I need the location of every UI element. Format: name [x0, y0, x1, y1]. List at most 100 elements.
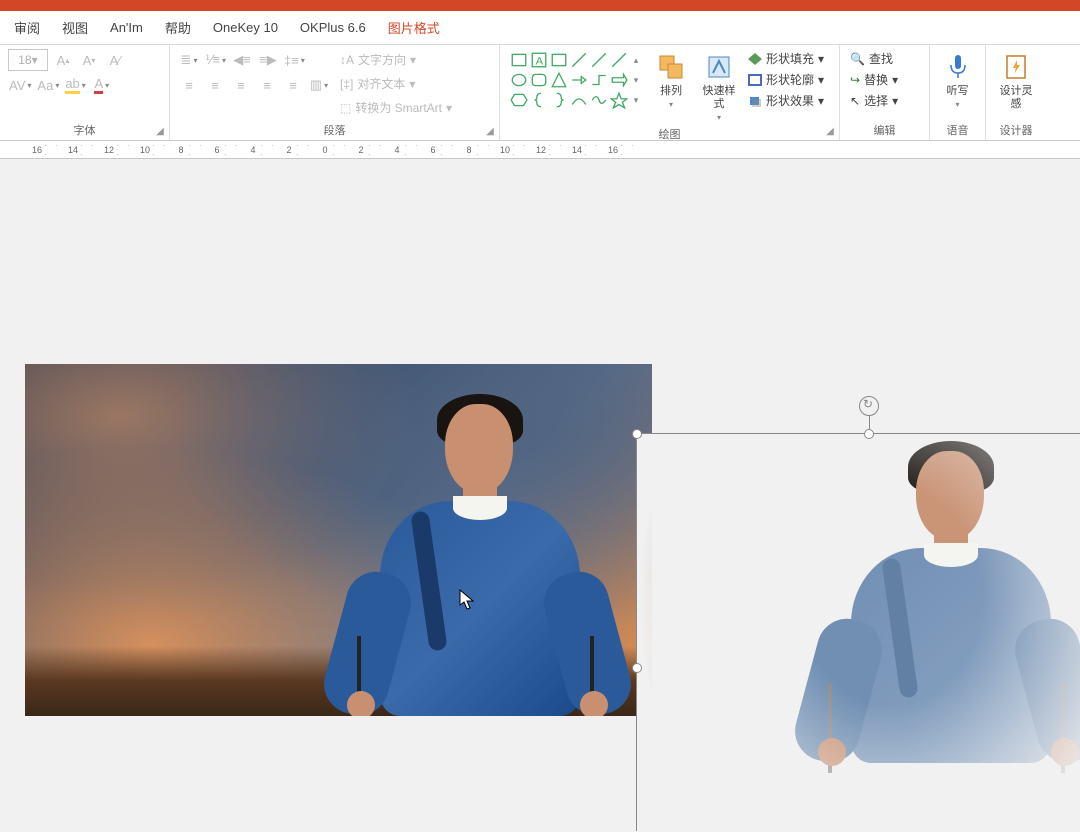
arrange-icon: [655, 51, 687, 83]
shape-fill-label: 形状填充: [766, 50, 814, 67]
numbering-icon[interactable]: ⅟≡▾: [204, 49, 227, 71]
gallery-more-icon[interactable]: ▾: [630, 91, 642, 109]
image-cutout-selected[interactable]: [636, 433, 1080, 831]
select-label: 选择: [864, 92, 888, 109]
select-icon: ↖: [850, 94, 860, 108]
tab-picture-format[interactable]: 图片格式: [378, 11, 450, 45]
change-case-icon[interactable]: Aa▾: [36, 74, 60, 96]
sel-handle-w[interactable]: [632, 663, 642, 673]
decrease-indent-icon[interactable]: ◀≡: [231, 49, 253, 71]
align-left-icon[interactable]: ≡: [178, 74, 200, 96]
group-voice: 听写 ▾ 语音: [930, 45, 986, 140]
gallery-row1-more-icon[interactable]: ▴: [630, 51, 642, 69]
shape-triangle-icon[interactable]: [550, 71, 568, 89]
tab-review[interactable]: 审阅: [4, 11, 50, 45]
smartart-button[interactable]: ⬚转换为 SmartArt▾: [336, 97, 456, 118]
slide-canvas[interactable]: [0, 159, 1080, 831]
group-editing: 🔍查找 ↪替换▾ ↖选择▾ 编辑: [840, 45, 930, 140]
arrange-label: 排列: [660, 85, 682, 98]
bullets-icon[interactable]: ≣▾: [178, 49, 200, 71]
image-original[interactable]: [25, 364, 652, 716]
ruler-tick-label: 6: [210, 145, 224, 155]
shapes-gallery[interactable]: A ▴ ▾: [508, 49, 644, 111]
tab-view[interactable]: 视图: [52, 11, 98, 45]
shape-hex-icon[interactable]: [510, 91, 528, 109]
shape-roundrect-icon[interactable]: [530, 71, 548, 89]
shape-arrow2-icon[interactable]: [610, 71, 628, 89]
shape-effects-label: 形状效果: [766, 92, 814, 109]
shape-lbrace-icon[interactable]: [530, 91, 548, 109]
group-label-drawing: 绘图: [508, 124, 831, 142]
shape-textbox-icon[interactable]: A: [530, 51, 548, 69]
lightning-icon: [1000, 51, 1032, 83]
gallery-row2-more-icon[interactable]: ▾: [630, 71, 642, 89]
text-direction-button[interactable]: ↕A文字方向▾: [336, 49, 456, 70]
select-button[interactable]: ↖选择▾: [848, 91, 900, 110]
columns-icon[interactable]: ▥▾: [308, 74, 330, 96]
line-spacing-icon[interactable]: ‡≡▾: [283, 49, 306, 71]
highlight-icon[interactable]: ab▾: [64, 74, 86, 96]
shape-line3-icon[interactable]: [610, 51, 628, 69]
shape-connector-icon[interactable]: [590, 71, 608, 89]
find-button[interactable]: 🔍查找: [848, 49, 900, 68]
sel-handle-n[interactable]: [864, 429, 874, 439]
shape-curve-icon[interactable]: [590, 91, 608, 109]
shape-star-icon[interactable]: [610, 91, 628, 109]
rotate-handle-icon[interactable]: [859, 396, 879, 416]
distribute-icon[interactable]: ≡: [282, 74, 304, 96]
justify-icon[interactable]: ≡: [256, 74, 278, 96]
ribbon: 18▾ A▴ A▾ A⁄ AV▾ Aa▾ ab▾ A▾ 字体 ◢ ≣▾: [0, 45, 1080, 141]
design-ideas-button[interactable]: 设计灵感: [995, 49, 1037, 113]
ruler[interactable]: 16· · ·14· · ·12· · ·10· · ·8· · ·6· · ·…: [0, 141, 1080, 159]
align-text-button[interactable]: [‡]对齐文本▾: [336, 73, 456, 94]
quick-styles-icon: [703, 51, 735, 83]
svg-text:A: A: [536, 56, 544, 68]
quick-styles-label: 快速样式: [700, 85, 738, 111]
shape-outline-label: 形状轮廓: [766, 71, 814, 88]
shape-line2-icon[interactable]: [590, 51, 608, 69]
tab-onekey[interactable]: OneKey 10: [203, 11, 288, 45]
shape-rbrace-icon[interactable]: [550, 91, 568, 109]
ruler-tick-label: 12: [102, 145, 116, 155]
tab-okplus[interactable]: OKPlus 6.6: [290, 11, 376, 45]
arrange-button[interactable]: 排列 ▾: [650, 49, 692, 111]
shape-rect-icon[interactable]: [510, 51, 528, 69]
drawing-dialog-launcher-icon[interactable]: ◢: [824, 125, 836, 137]
shape-effects-button[interactable]: 形状效果▾: [746, 91, 826, 110]
selection-box[interactable]: [636, 433, 1080, 831]
align-center-icon[interactable]: ≡: [204, 74, 226, 96]
paragraph-dialog-launcher-icon[interactable]: ◢: [484, 125, 496, 137]
group-drawing: A ▴ ▾: [500, 45, 840, 140]
text-direction-label: 文字方向: [358, 51, 406, 68]
increase-font-icon[interactable]: A▴: [52, 49, 74, 71]
shape-outline-button[interactable]: 形状轮廓▾: [746, 70, 826, 89]
char-spacing-icon[interactable]: AV▾: [8, 74, 32, 96]
ruler-tick-label: 10: [138, 145, 152, 155]
increase-indent-icon[interactable]: ≡▶: [257, 49, 279, 71]
shape-oval-icon[interactable]: [510, 71, 528, 89]
shape-arc-icon[interactable]: [570, 91, 588, 109]
tab-help[interactable]: 帮助: [155, 11, 201, 45]
font-color-icon[interactable]: A▾: [91, 74, 113, 96]
shape-fill-button[interactable]: 形状填充▾: [746, 49, 826, 68]
font-dialog-launcher-icon[interactable]: ◢: [154, 125, 166, 137]
replace-button[interactable]: ↪替换▾: [848, 70, 900, 89]
replace-label: 替换: [864, 71, 888, 88]
shape-arrow-icon[interactable]: [570, 71, 588, 89]
tab-anim[interactable]: An'Im: [100, 11, 153, 45]
font-size-input[interactable]: 18▾: [8, 49, 48, 71]
ruler-tick-label: 2: [282, 145, 296, 155]
ruler-tick-label: 14: [570, 145, 584, 155]
align-right-icon[interactable]: ≡: [230, 74, 252, 96]
sel-handle-nw[interactable]: [632, 429, 642, 439]
clear-format-icon[interactable]: A⁄: [104, 49, 126, 71]
shape-fill-icon: [748, 53, 762, 65]
group-paragraph: ≣▾ ⅟≡▾ ◀≡ ≡▶ ‡≡▾ ≡ ≡ ≡ ≡ ≡ ▥▾ ↕A文字方向▾ [‡…: [170, 45, 500, 140]
quick-styles-button[interactable]: 快速样式 ▾: [698, 49, 740, 124]
shape-rect2-icon[interactable]: [550, 51, 568, 69]
mic-icon: [942, 51, 974, 83]
decrease-font-icon[interactable]: A▾: [78, 49, 100, 71]
align-text-label: 对齐文本: [357, 75, 405, 92]
dictate-button[interactable]: 听写 ▾: [938, 49, 977, 111]
shape-line-icon[interactable]: [570, 51, 588, 69]
